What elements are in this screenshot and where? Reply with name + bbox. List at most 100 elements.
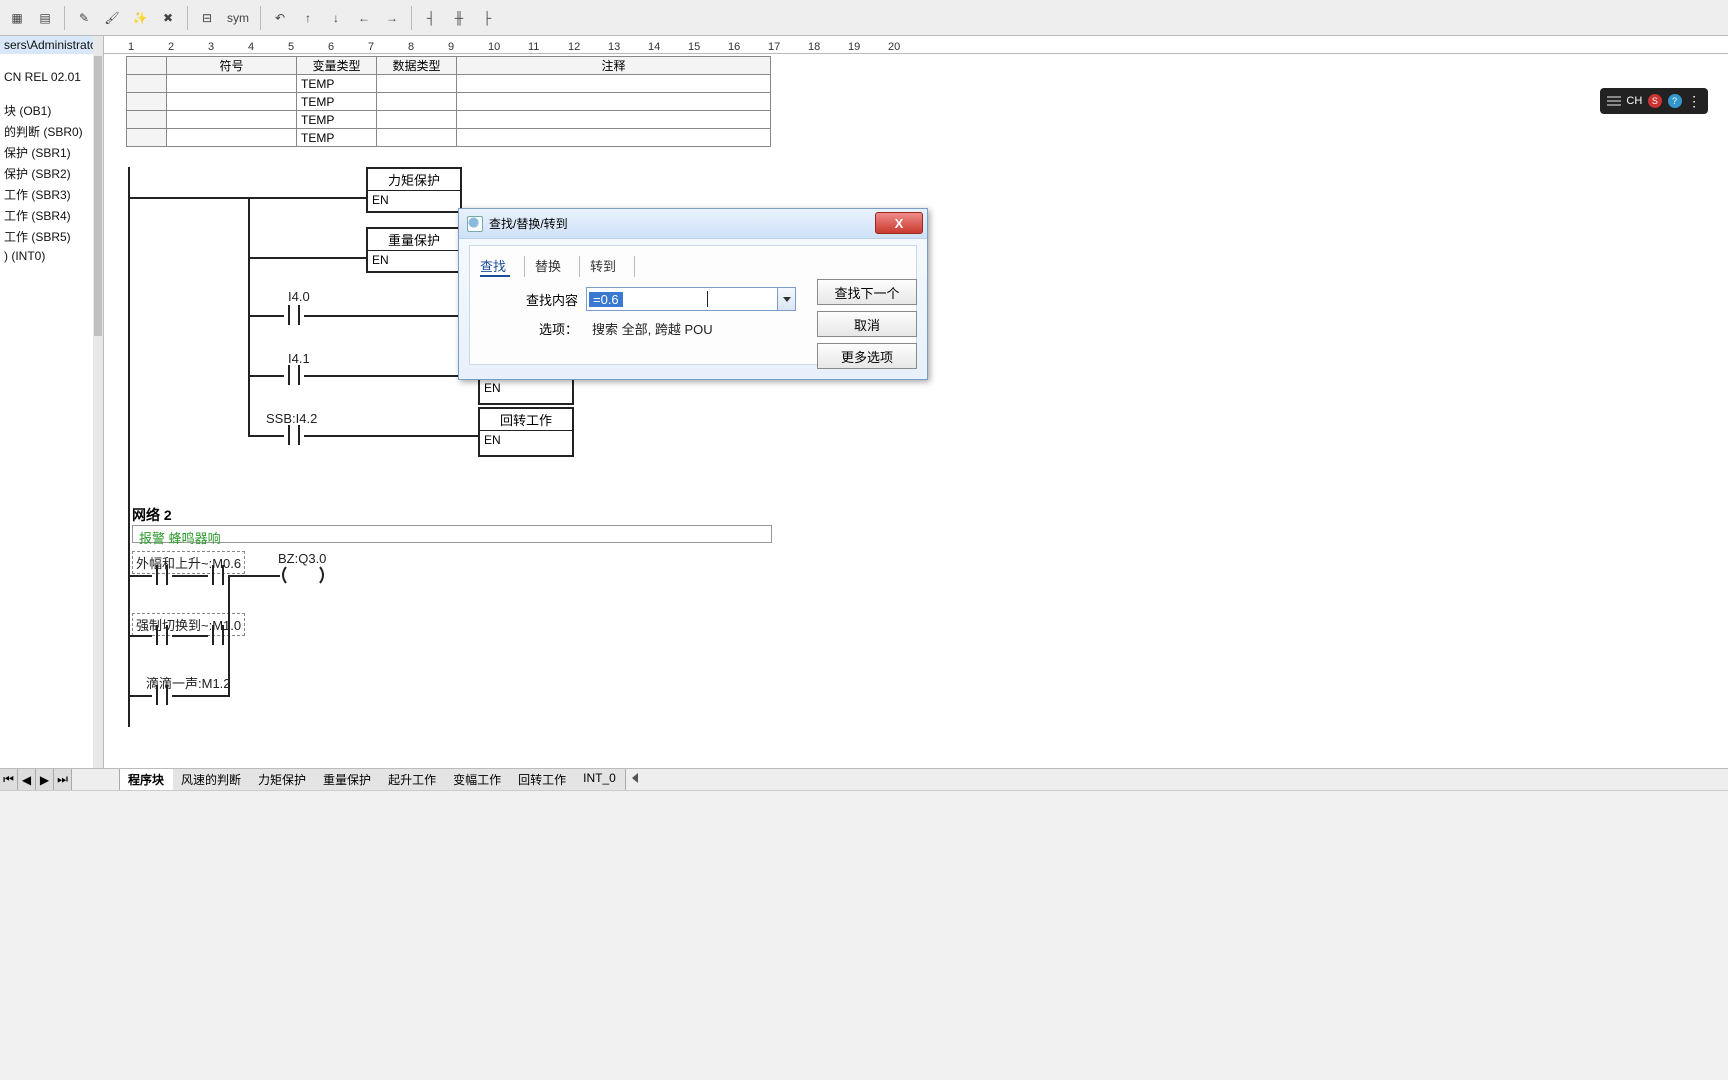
find-input[interactable]: =0.6 xyxy=(586,287,796,311)
fb-slew-work[interactable]: 回转工作 EN xyxy=(478,407,574,457)
toolbar-sep xyxy=(64,6,65,30)
tab-torque[interactable]: 力矩保护 xyxy=(250,769,315,790)
wire xyxy=(228,575,230,637)
close-button[interactable]: X xyxy=(875,212,923,234)
ime-mode-icon[interactable]: S xyxy=(1648,94,1662,108)
contact[interactable] xyxy=(208,625,228,645)
toolbar-table-icon[interactable]: ▤ xyxy=(32,5,58,31)
tab-goto[interactable]: 转到 xyxy=(579,256,620,277)
tab-nav-last-icon[interactable]: ⏭ xyxy=(54,769,72,790)
find-next-button[interactable]: 查找下一个 xyxy=(817,279,917,305)
tab-replace[interactable]: 替换 xyxy=(524,256,565,277)
tree-item[interactable]: 工作 (SBR5) xyxy=(0,226,103,247)
tab-wind[interactable]: 风速的判断 xyxy=(173,769,250,790)
ruler-mark: 17 xyxy=(768,41,808,53)
ime-lang[interactable]: CH xyxy=(1626,95,1642,107)
ruler-mark: 6 xyxy=(328,41,368,53)
ime-help-icon[interactable]: ? xyxy=(1668,94,1682,108)
ladder-diagram[interactable]: 力矩保护 EN 重量保护 EN I4.0 I4.1 xyxy=(128,167,1728,727)
coil-label: BZ:Q3.0 xyxy=(278,551,326,566)
variable-table[interactable]: 符号 变量类型 数据类型 注释 TEMP TEMP TEMP TEMP xyxy=(126,56,771,147)
toolbar-branch-close-icon[interactable]: ├ xyxy=(474,5,500,31)
dialog-titlebar[interactable]: 查找/替换/转到 X xyxy=(459,209,927,239)
tab-scrollbar[interactable] xyxy=(625,769,1728,790)
tab-find[interactable]: 查找 xyxy=(480,256,510,277)
tree-item[interactable]: 工作 (SBR4) xyxy=(0,205,103,226)
contact[interactable] xyxy=(284,425,304,445)
tree-item[interactable]: 块 (OB1) xyxy=(0,100,103,121)
contact[interactable] xyxy=(284,365,304,385)
cell-vartype[interactable]: TEMP xyxy=(297,75,377,93)
wire xyxy=(248,375,284,377)
fb-title: 力矩保护 xyxy=(368,169,460,191)
toolbar-grid-icon[interactable]: ▦ xyxy=(4,5,30,31)
tab-nav-prev-icon[interactable]: ◀ xyxy=(18,769,36,790)
wire xyxy=(304,375,478,377)
options-label: 选项： xyxy=(520,319,578,338)
toolbar-clear-icon[interactable]: ✖ xyxy=(155,5,181,31)
more-options-button[interactable]: 更多选项 xyxy=(817,343,917,369)
network-comment[interactable]: 报警 蜂鸣器响 xyxy=(132,525,772,543)
tree-item[interactable]: ) (INT0) xyxy=(0,247,103,265)
toolbar-ladder-icon[interactable]: ⊟ xyxy=(194,5,220,31)
tab-int0[interactable]: INT_0 xyxy=(575,769,625,790)
tab-slew[interactable]: 回转工作 xyxy=(510,769,575,790)
tab-nav-first-icon[interactable]: ⏮ xyxy=(0,769,18,790)
toolbar-undo-icon[interactable]: ↶ xyxy=(267,5,293,31)
cell-vartype[interactable]: TEMP xyxy=(297,111,377,129)
fb-torque-protect[interactable]: 力矩保护 EN xyxy=(366,167,462,213)
tab-end xyxy=(634,256,649,277)
contact-label: SSB:I4.2 xyxy=(266,411,317,426)
toolbar-brush-icon[interactable]: 🖌 xyxy=(99,5,125,31)
ruler-mark: 14 xyxy=(648,41,688,53)
ruler-mark: 12 xyxy=(568,41,608,53)
ime-toolbar[interactable]: CH S ? ⋮ xyxy=(1600,88,1708,114)
toolbar-wand-icon[interactable]: ✨ xyxy=(127,5,153,31)
ruler-mark: 13 xyxy=(608,41,648,53)
toolbar-branch-mid-icon[interactable]: ╫ xyxy=(446,5,472,31)
toolbar-down-icon[interactable]: ↓ xyxy=(323,5,349,31)
contact[interactable] xyxy=(152,685,172,705)
network-header: 网络 2 xyxy=(132,505,172,525)
contact[interactable] xyxy=(152,565,172,585)
toolbar-sym-button[interactable]: sym xyxy=(222,5,254,31)
ime-menu-icon[interactable] xyxy=(1607,96,1621,106)
tree-path[interactable]: sers\Administrator\I xyxy=(0,36,103,54)
cancel-button[interactable]: 取消 xyxy=(817,311,917,337)
col-vartype: 变量类型 xyxy=(297,57,377,75)
tree-item[interactable]: 工作 (SBR3) xyxy=(0,184,103,205)
options-text: 搜索 全部, 跨越 POU xyxy=(592,319,713,338)
tree-item[interactable]: 保护 (SBR1) xyxy=(0,142,103,163)
tab-nav-next-icon[interactable]: ▶ xyxy=(36,769,54,790)
coil[interactable] xyxy=(280,565,326,585)
tree-item[interactable]: 的判断 (SBR0) xyxy=(0,121,103,142)
tab-luff[interactable]: 变幅工作 xyxy=(445,769,510,790)
toolbar-branch-open-icon[interactable]: ┤ xyxy=(418,5,444,31)
fb-weight-protect[interactable]: 重量保护 EN xyxy=(366,227,462,273)
toolbar-right-icon[interactable]: → xyxy=(379,5,405,31)
contact[interactable] xyxy=(208,565,228,585)
dialog-tabs: 查找 替换 转到 xyxy=(480,256,906,277)
tree-item[interactable]: CN REL 02.01 xyxy=(0,68,103,86)
fb-en-label: EN xyxy=(368,251,460,269)
contact[interactable] xyxy=(284,305,304,325)
cell-vartype[interactable]: TEMP xyxy=(297,129,377,147)
ruler-mark: 16 xyxy=(728,41,768,53)
text-cursor xyxy=(707,291,708,307)
dropdown-icon[interactable] xyxy=(777,288,795,310)
tab-hoist[interactable]: 起升工作 xyxy=(380,769,445,790)
wire xyxy=(248,197,250,259)
tab-weight[interactable]: 重量保护 xyxy=(315,769,380,790)
toolbar-pencil-icon[interactable]: ✎ xyxy=(71,5,97,31)
contact[interactable] xyxy=(152,625,172,645)
col-comment: 注释 xyxy=(457,57,771,75)
tree-scrollbar[interactable] xyxy=(93,36,103,790)
tab-program-block[interactable]: 程序块 xyxy=(120,769,173,790)
contact-label: I4.1 xyxy=(288,351,310,366)
cell-vartype[interactable]: TEMP xyxy=(297,93,377,111)
toolbar-left-icon[interactable]: ← xyxy=(351,5,377,31)
toolbar-up-icon[interactable]: ↑ xyxy=(295,5,321,31)
ruler-mark: 8 xyxy=(408,41,448,53)
ime-options-icon[interactable]: ⋮ xyxy=(1687,93,1701,110)
tree-item[interactable]: 保护 (SBR2) xyxy=(0,163,103,184)
